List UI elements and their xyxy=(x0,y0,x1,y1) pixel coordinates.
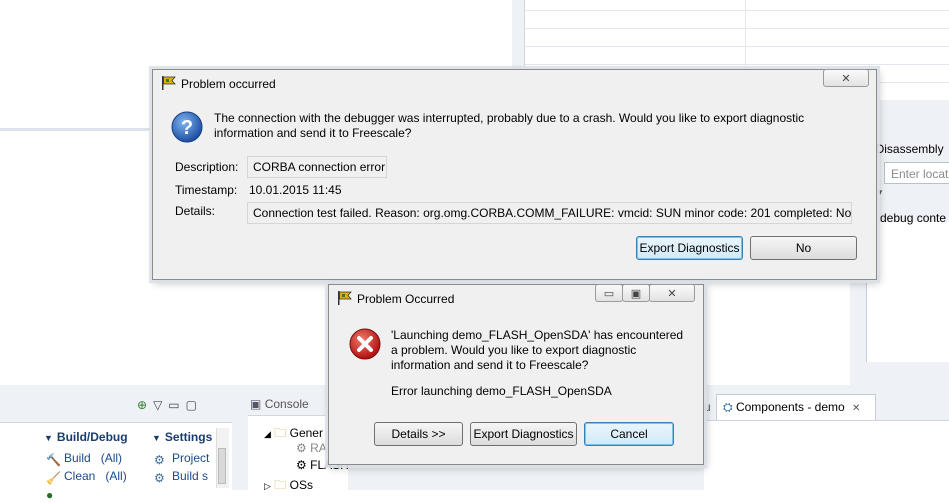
error-detail-line: Error launching demo_FLASH_OpenSDA xyxy=(391,384,612,398)
collapse-triangle-icon: ▼ xyxy=(152,433,161,443)
collapse-triangle-icon: ▼ xyxy=(44,433,53,443)
disassembly-content xyxy=(866,222,949,362)
build-settings-link[interactable]: ⚙ Build s xyxy=(154,469,208,485)
partial-tab-text: u xyxy=(704,400,711,414)
question-icon: ? xyxy=(171,111,203,143)
new-view-icon[interactable]: ⊕ xyxy=(137,398,153,412)
dialog-title: Problem Occurred xyxy=(357,292,455,306)
export-diagnostics-button[interactable]: Export Diagnostics xyxy=(470,422,577,446)
build-all-link[interactable]: 🔨 Build (All) xyxy=(46,451,122,467)
description-label: Description: xyxy=(175,160,239,174)
export-diagnostics-button[interactable]: Export Diagnostics xyxy=(636,236,743,260)
scrollbar-thumb[interactable] xyxy=(218,448,226,484)
dialog-message: 'Launching demo_FLASH_OpenSDA' has encou… xyxy=(391,328,684,372)
close-button[interactable]: ✕ xyxy=(823,69,869,87)
close-icon: ✕ xyxy=(667,287,677,300)
close-icon[interactable]: ✕ xyxy=(852,403,860,414)
maximize-button[interactable]: ▣ xyxy=(622,284,650,302)
problem-occurred-dialog: Problem occurred ✕ ? The connection with… xyxy=(152,69,877,280)
disassembly-tab-label: Disassembly xyxy=(875,142,944,156)
maximize-icon[interactable]: ▢ xyxy=(186,398,203,412)
minimize-icon[interactable]: ▭ xyxy=(168,398,185,412)
build-settings-label: Build s xyxy=(172,469,209,483)
launch-problem-dialog: Problem Occurred ▭ ▣ ✕ 'Launching demo_F… xyxy=(328,284,704,465)
close-icon: ✕ xyxy=(841,72,851,85)
partial-link[interactable]: ● xyxy=(46,486,64,502)
console-tab[interactable]: ▣ Console xyxy=(250,397,309,411)
component-gear-icon: ⚙ xyxy=(296,458,307,472)
broom-icon: 🧹 xyxy=(46,471,61,485)
hammer-icon: 🔨 xyxy=(46,453,61,467)
no-button[interactable]: No xyxy=(750,236,857,260)
build-label: Build xyxy=(64,451,91,465)
disassembly-location-input[interactable]: Enter locati xyxy=(884,162,949,184)
close-button[interactable]: ✕ xyxy=(649,284,695,302)
details-field[interactable]: Connection test failed. Reason: org.omg.… xyxy=(247,202,852,224)
settings-label: Settings xyxy=(164,430,213,444)
freescale-flag-icon xyxy=(162,76,176,90)
dialog-title: Problem occurred xyxy=(181,77,276,91)
minimize-button[interactable]: ▭ xyxy=(595,284,623,302)
component-gear-icon: ⚙ xyxy=(296,441,307,455)
components-tab-label: Components - demo xyxy=(735,400,845,414)
timestamp-label: Timestamp: xyxy=(175,183,238,197)
minimize-icon: ▭ xyxy=(603,287,615,300)
folder-icon: 🗀 xyxy=(274,426,287,440)
maximize-icon: ▣ xyxy=(630,287,642,300)
freescale-flag-icon xyxy=(338,291,352,305)
disassembly-tab[interactable]: ’ Disassembly xyxy=(870,142,944,156)
components-icon: ⛭ xyxy=(723,400,733,414)
view-toolbar: ⊕▽▭▢ xyxy=(137,398,203,412)
console-tab-label: Console xyxy=(264,397,309,411)
components-view-body xyxy=(704,420,949,491)
clean-all-label: (All) xyxy=(105,469,127,483)
view-menu-icon[interactable]: ▽ xyxy=(153,398,168,412)
clean-all-link[interactable]: 🧹 Clean (All) xyxy=(46,469,127,485)
details-button[interactable]: Details >> xyxy=(374,422,463,446)
timestamp-value[interactable]: 10.01.2015 11:45 xyxy=(249,183,342,197)
build-all-label: (All) xyxy=(100,451,123,465)
build-debug-section-header[interactable]: ▼ Build/Debug xyxy=(44,430,128,444)
project-label: Project xyxy=(172,451,210,465)
debug-icon: ● xyxy=(46,488,54,502)
build-debug-label: Build/Debug xyxy=(56,430,128,444)
expand-triangle-icon: ◢ xyxy=(264,429,271,439)
tree-item-ra[interactable]: ⚙ RA xyxy=(296,441,327,455)
description-field[interactable]: CORBA connection error xyxy=(247,156,387,178)
components-tab[interactable]: ⛭ Components - demo ✕ xyxy=(716,394,876,420)
project-settings-link[interactable]: ⚙ Project xyxy=(154,451,209,467)
svg-text:?: ? xyxy=(181,117,193,139)
console-icon: ▣ xyxy=(250,397,262,411)
dialog-message: The connection with the debugger was int… xyxy=(214,111,805,140)
tree-item-oss[interactable]: ▷ 🗀 OSs xyxy=(264,476,313,497)
chevron-down-icon[interactable]: ▼ xyxy=(876,188,884,197)
cancel-button[interactable]: Cancel xyxy=(584,422,674,446)
no-debug-context-text: o debug conte xyxy=(870,211,947,225)
tree-item-generic-label: Gener xyxy=(289,426,323,440)
project-settings-icon: ⚙ xyxy=(154,453,165,467)
details-label: Details: xyxy=(175,204,216,218)
error-icon xyxy=(349,328,381,360)
tree-item-ra-label: RA xyxy=(310,441,327,455)
settings-section-header[interactable]: ▼ Settings xyxy=(152,430,212,444)
build-settings-icon: ⚙ xyxy=(154,471,165,485)
clean-label: Clean xyxy=(64,469,96,483)
